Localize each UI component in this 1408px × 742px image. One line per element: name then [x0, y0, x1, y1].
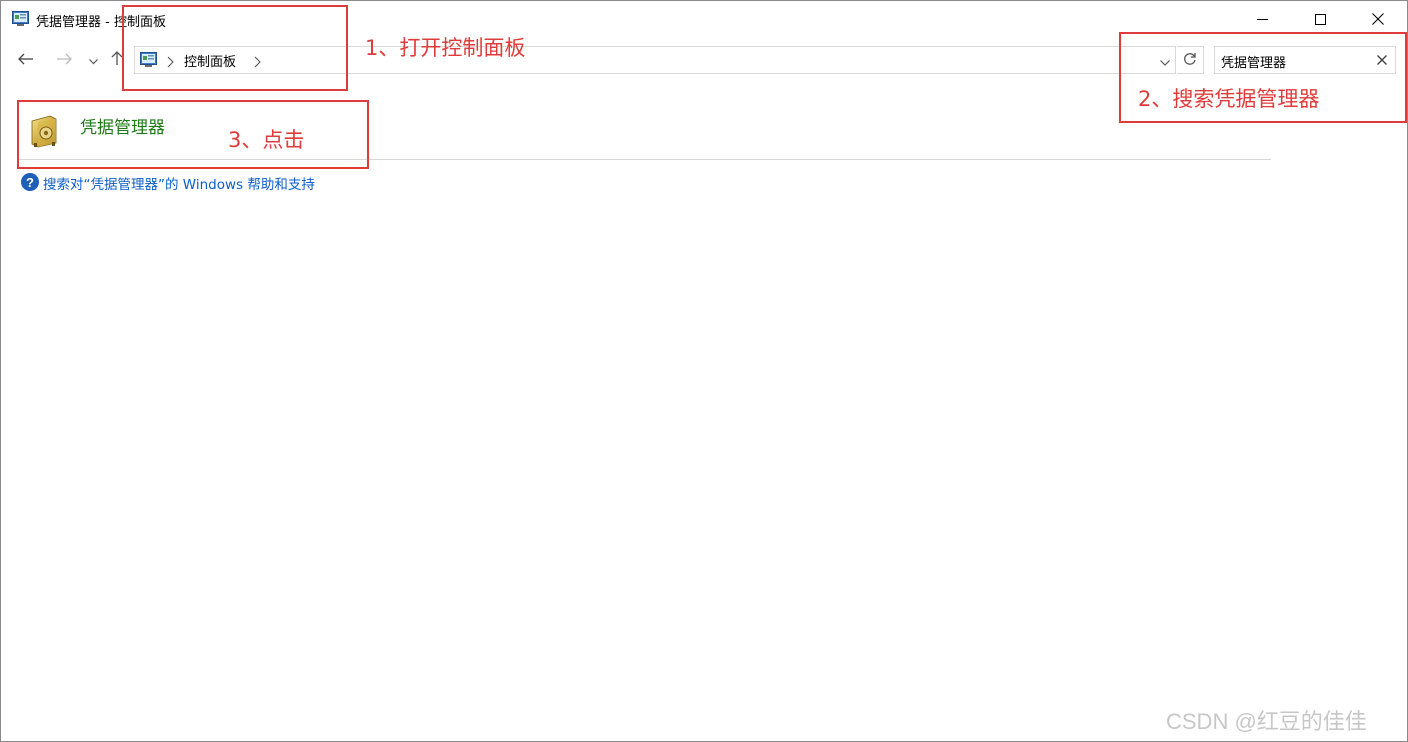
annotation-step-1: 1、打开控制面板: [365, 36, 526, 60]
forward-button[interactable]: [53, 48, 75, 70]
help-icon[interactable]: ?: [21, 173, 39, 191]
annotation-box-open-control-panel: [122, 5, 348, 91]
maximize-icon: [1314, 10, 1326, 29]
chevron-down-icon: [88, 50, 98, 69]
annotation-step-3: 3、点击: [228, 128, 305, 152]
close-icon: [1372, 10, 1384, 29]
forward-arrow-icon: [56, 50, 72, 69]
windows-help-link[interactable]: 搜索对“凭据管理器”的 Windows 帮助和支持: [43, 173, 315, 193]
back-arrow-icon: [18, 50, 34, 69]
back-button[interactable]: [15, 48, 37, 70]
annotation-box-click: [17, 100, 369, 169]
watermark: CSDN @红豆的佳佳: [1166, 709, 1367, 734]
annotation-step-2: 2、搜索凭据管理器: [1138, 87, 1320, 111]
control-panel-icon: [12, 11, 29, 26]
control-panel-window: 凭据管理器 - 控制面板 控制面板 凭据管理器 凭据管理器 ? 搜索对“凭据管理…: [0, 0, 1408, 742]
recent-locations-button[interactable]: [85, 48, 101, 70]
minimize-icon: [1256, 10, 1268, 29]
